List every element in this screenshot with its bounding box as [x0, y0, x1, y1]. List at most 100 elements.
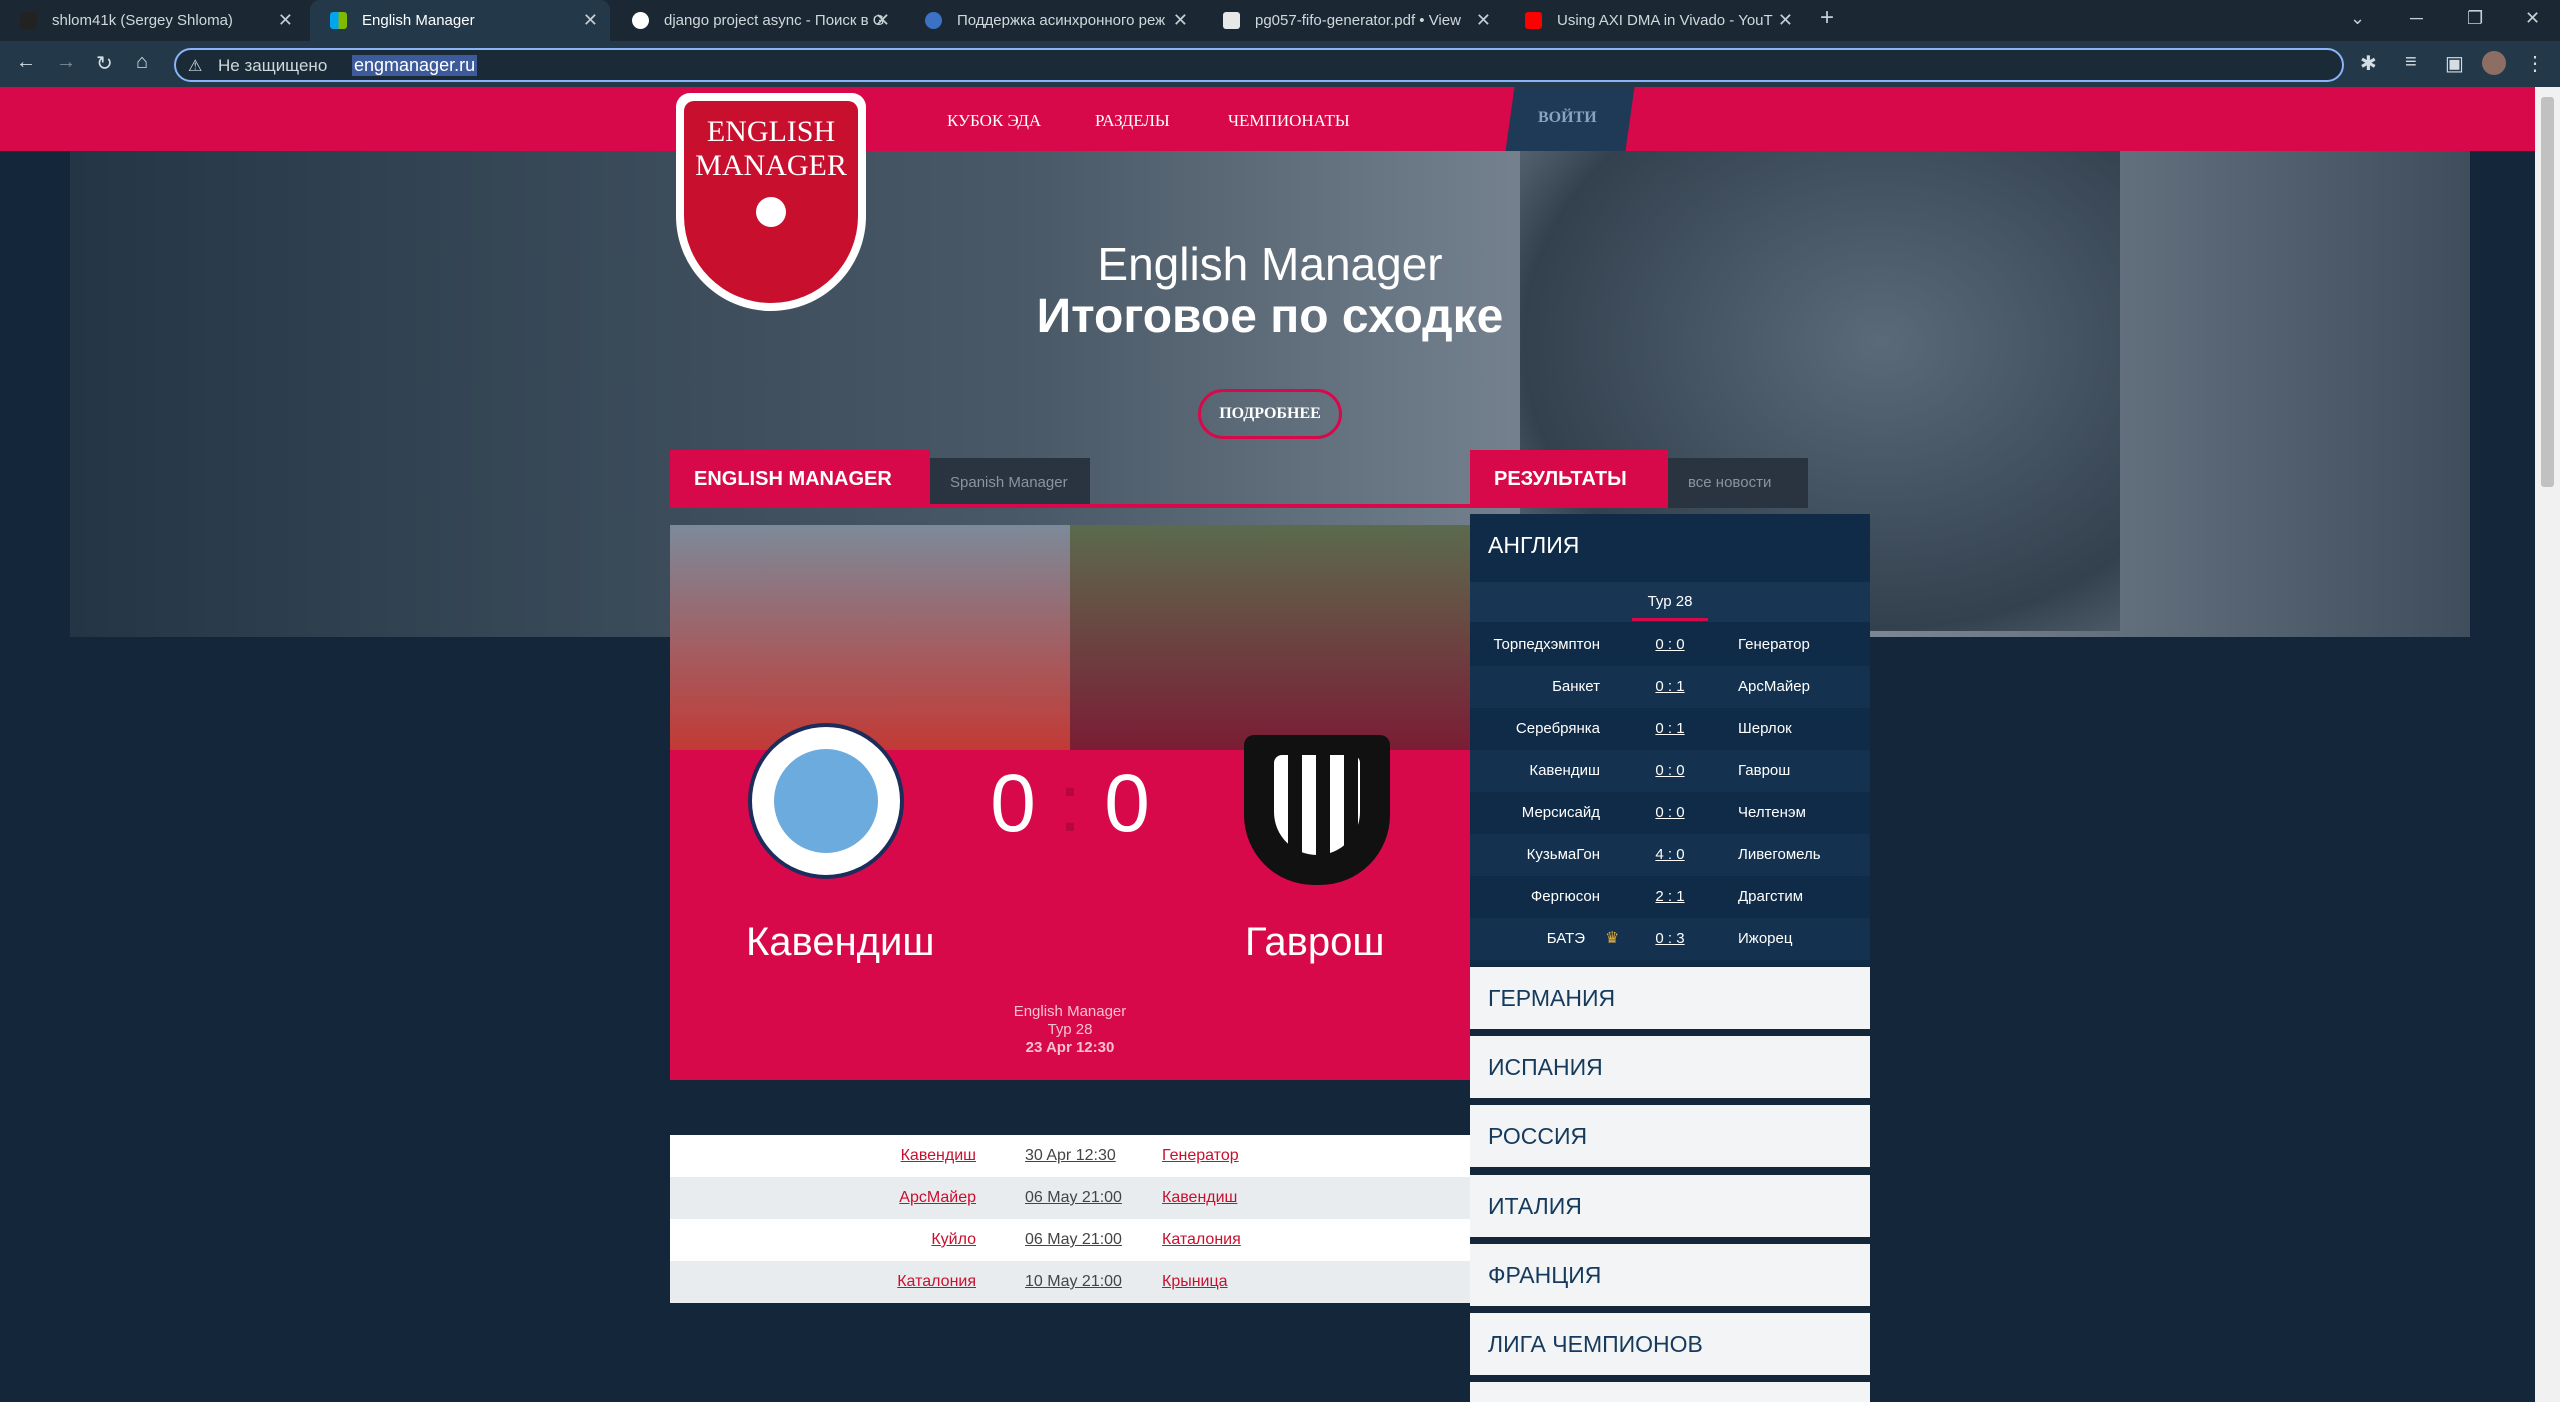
result-home[interactable]: Мерсисайд — [1522, 804, 1600, 821]
close-icon[interactable]: ✕ — [1476, 10, 1491, 31]
minimize-button[interactable]: ─ — [2410, 8, 2423, 29]
result-row: Торпедхэмптон 0 : 0 Генератор — [1470, 624, 1870, 666]
result-away[interactable]: Ливегомель — [1738, 846, 1821, 863]
away-team-name[interactable]: Гаврош — [1245, 920, 1385, 965]
result-score[interactable]: 4 : 0 — [1640, 846, 1700, 863]
round-label[interactable]: Тур 28 — [1470, 582, 1870, 622]
result-away[interactable]: Челтенэм — [1738, 804, 1806, 821]
result-home[interactable]: БАТЭ — [1547, 930, 1585, 947]
fixture-home[interactable]: Куйло — [931, 1231, 976, 1249]
country-title[interactable]: АНГЛИЯ — [1488, 532, 1579, 559]
result-away[interactable]: Генератор — [1738, 636, 1810, 653]
result-away[interactable]: Шерлок — [1738, 720, 1792, 737]
fixture-home[interactable]: АрсМайер — [899, 1189, 976, 1207]
fixture-home[interactable]: Кавендиш — [901, 1147, 976, 1165]
result-home[interactable]: Серебрянка — [1516, 720, 1600, 737]
league-germany[interactable]: ГЕРМАНИЯ — [1470, 967, 1870, 1029]
close-icon[interactable]: ✕ — [583, 10, 598, 31]
score-separator: : — [1058, 758, 1105, 849]
reload-icon[interactable]: ↻ — [96, 51, 113, 76]
fixture-away[interactable]: Крыница — [1162, 1273, 1228, 1291]
result-score[interactable]: 0 : 1 — [1640, 678, 1700, 695]
sidepanel-icon[interactable]: ▣ — [2445, 51, 2464, 76]
result-score[interactable]: 0 : 1 — [1640, 720, 1700, 737]
fixture-away[interactable]: Каталония — [1162, 1231, 1241, 1249]
table-row: Каталония 10 May 21:00 Крыница — [670, 1261, 1470, 1303]
league-italy[interactable]: ИТАЛИЯ — [1470, 1175, 1870, 1237]
result-home[interactable]: Фергюсон — [1531, 888, 1600, 905]
result-score[interactable]: 0 : 0 — [1640, 804, 1700, 821]
tab-title: English Manager — [362, 12, 475, 29]
forward-icon[interactable]: → — [56, 51, 76, 74]
address-bar[interactable]: ⚠ Не защищено engmanager.ru — [174, 48, 2344, 82]
site-nav: КУБОК ЭДА РАЗДЕЛЫ ЧЕМПИОНАТЫ ВОЙТИ — [0, 87, 2535, 151]
fixture-date[interactable]: 10 May 21:00 — [1025, 1273, 1122, 1291]
tab-youtube[interactable]: Using AXI DMA in Vivado - YouT ✕ — [1505, 0, 1805, 41]
result-home[interactable]: Торпедхэмптон — [1494, 636, 1600, 653]
fixture-date[interactable]: 06 May 21:00 — [1025, 1231, 1122, 1249]
close-icon[interactable]: ✕ — [278, 10, 293, 31]
tab-english-manager[interactable]: English Manager ✕ — [310, 0, 610, 41]
logo-line2: MANAGER — [695, 149, 847, 182]
nav-link-cup[interactable]: КУБОК ЭДА — [947, 111, 1041, 131]
fixture-away[interactable]: Генератор — [1162, 1147, 1239, 1165]
fixture-home[interactable]: Каталония — [897, 1273, 976, 1291]
url-text[interactable]: engmanager.ru — [352, 55, 478, 76]
tab-spanish-manager[interactable]: Spanish Manager — [930, 458, 1090, 508]
result-home[interactable]: Банкет — [1552, 678, 1600, 695]
menu-icon[interactable]: ⋮ — [2525, 51, 2545, 76]
result-away[interactable]: Драгстим — [1738, 888, 1803, 905]
site-logo[interactable]: ENGLISH MANAGER — [676, 93, 866, 311]
match-datetime: 23 Apr 12:30 — [1025, 1039, 1115, 1056]
fixture-date[interactable]: 30 Apr 12:30 — [1025, 1147, 1116, 1165]
home-icon[interactable]: ⌂ — [136, 51, 148, 74]
league-russia[interactable]: РОССИЯ — [1470, 1105, 1870, 1167]
result-score[interactable]: 0 : 0 — [1640, 636, 1700, 653]
tab-pdf[interactable]: pg057-fifo-generator.pdf • View ✕ — [1203, 0, 1503, 41]
restore-button[interactable]: ❐ — [2467, 8, 2483, 29]
back-icon[interactable]: ← — [16, 51, 36, 74]
close-window-button[interactable]: ✕ — [2525, 8, 2540, 29]
result-score[interactable]: 0 : 0 — [1640, 762, 1700, 779]
league-champions[interactable]: ЛИГА ЧЕМПИОНОВ — [1470, 1313, 1870, 1375]
extensions-icon[interactable]: ✱ — [2360, 51, 2377, 76]
nav-link-sections[interactable]: РАЗДЕЛЫ — [1095, 111, 1170, 131]
result-away[interactable]: Гаврош — [1738, 762, 1790, 779]
tab-results[interactable]: РЕЗУЛЬТАТЫ — [1470, 450, 1668, 508]
tab-all-news[interactable]: все новости — [1668, 458, 1808, 508]
fixture-date[interactable]: 06 May 21:00 — [1025, 1189, 1122, 1207]
result-home[interactable]: Кавендиш — [1529, 762, 1600, 779]
media-icon[interactable]: ≡ — [2405, 51, 2417, 74]
logo-line1: ENGLISH — [706, 115, 836, 148]
result-away[interactable]: Ижорец — [1738, 930, 1792, 947]
left-panel-tabs: ENGLISH MANAGER Spanish Manager — [670, 450, 1470, 508]
match-round: Тур 28 — [1047, 1021, 1093, 1038]
result-home[interactable]: КузьмаГон — [1527, 846, 1600, 863]
new-tab-button[interactable]: + — [1820, 4, 1834, 32]
page-scrollbar[interactable] — [2535, 87, 2560, 1402]
tab-search-icon[interactable]: ⌄ — [2350, 8, 2365, 29]
google-icon — [632, 12, 649, 29]
tab-google[interactable]: django project async - Поиск в G ✕ — [612, 0, 902, 41]
result-away[interactable]: АрсМайер — [1738, 678, 1810, 695]
tab-django[interactable]: Поддержка асинхронного реж ✕ — [905, 0, 1200, 41]
avatar[interactable] — [2482, 51, 2506, 75]
warning-icon: ⚠ — [188, 58, 203, 75]
close-icon[interactable]: ✕ — [1778, 10, 1793, 31]
tab-title: pg057-fifo-generator.pdf • View — [1255, 12, 1461, 29]
login-label[interactable]: ВОЙТИ — [1538, 109, 1597, 127]
result-score[interactable]: 0 : 3 — [1640, 930, 1700, 947]
home-team-name[interactable]: Кавендиш — [746, 920, 934, 965]
fixture-away[interactable]: Кавендиш — [1162, 1189, 1237, 1207]
close-icon[interactable]: ✕ — [1173, 10, 1188, 31]
more-button[interactable]: ПОДРОБНЕЕ — [1198, 389, 1342, 439]
tab-english-manager[interactable]: ENGLISH MANAGER — [670, 450, 930, 508]
tab-github[interactable]: shlom41k (Sergey Shloma) ✕ — [0, 0, 305, 41]
scroll-thumb[interactable] — [2541, 97, 2554, 487]
close-icon[interactable]: ✕ — [875, 10, 890, 31]
league-spain[interactable]: ИСПАНИЯ — [1470, 1036, 1870, 1098]
result-score[interactable]: 2 : 1 — [1640, 888, 1700, 905]
nav-link-championships[interactable]: ЧЕМПИОНАТЫ — [1228, 111, 1350, 131]
league-france[interactable]: ФРАНЦИЯ — [1470, 1244, 1870, 1306]
league-more[interactable] — [1470, 1382, 1870, 1402]
